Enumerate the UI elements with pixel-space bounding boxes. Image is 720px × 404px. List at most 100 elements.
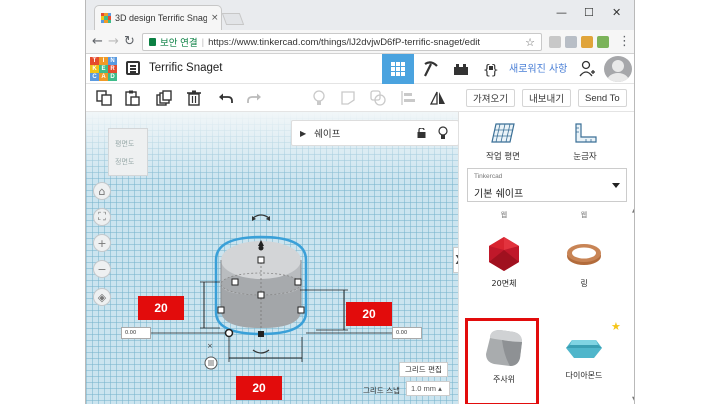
codeblocks-button[interactable] — [416, 54, 446, 84]
group-icon[interactable] — [370, 90, 386, 106]
grid-snap-select[interactable]: 1.0 mm ▴ — [406, 381, 450, 396]
shapes-panel: 작업 평면 눈금자 Tinkercad 기본 쉐이프 웹 웹 20면체 링 주사… — [458, 112, 634, 404]
shape-label: 다이아몬드 — [565, 371, 603, 380]
send-to-button[interactable]: Send To — [578, 89, 627, 107]
browser-tab[interactable]: 3D design Terrific Snage × — [94, 5, 222, 30]
note-icon[interactable] — [340, 90, 356, 106]
code-braces-icon: {} — [483, 63, 499, 78]
add-user-icon[interactable] — [578, 60, 596, 78]
bookmark-star-icon[interactable]: ☆ — [525, 36, 535, 49]
workplane-grid-icon — [491, 123, 515, 143]
brick-icon — [454, 64, 468, 75]
grid-snap-value: 1.0 mm — [411, 384, 437, 393]
address-row: ← → ↻ 보안 연결 | https://www.tinkercad.com/… — [86, 30, 634, 54]
minimize-button[interactable]: — — [556, 6, 567, 19]
edit-toolbar: 가져오기 내보내기 Send To — [86, 84, 634, 112]
3d-view-button[interactable] — [382, 54, 414, 84]
logo-letter: I — [99, 57, 108, 65]
bricks-button[interactable] — [446, 54, 476, 84]
expand-arrow-icon[interactable]: ▶ — [300, 129, 306, 138]
light-bulb-icon[interactable] — [311, 90, 327, 106]
code-button[interactable]: {} — [476, 54, 506, 84]
copy-icon[interactable] — [96, 90, 112, 106]
dice-icon — [486, 330, 522, 366]
reload-icon[interactable]: ↻ — [124, 34, 135, 49]
coord-left-input[interactable]: 0.00 — [121, 327, 151, 339]
secure-label: 보안 연결 — [160, 38, 198, 49]
ruler-icon — [575, 123, 597, 143]
logo-letter: K — [90, 65, 99, 73]
grid-snap-label: 그리드 스냅 — [363, 386, 400, 395]
shape-icosahedron[interactable]: 20면체 — [469, 234, 539, 289]
undo-icon[interactable] — [218, 90, 234, 106]
scroll-down-icon[interactable]: ▼ — [632, 396, 634, 402]
mirror-icon[interactable] — [430, 90, 446, 106]
grid-edit-button[interactable]: 그리드 편집 — [399, 362, 448, 377]
star-icon: ★ — [611, 320, 621, 333]
extension-icon[interactable] — [597, 36, 609, 48]
shape-label-cut: 웹 — [500, 211, 508, 219]
title-bar: 3D design Terrific Snage × — ☐ ✕ — [86, 0, 634, 30]
import-button[interactable]: 가져오기 — [466, 89, 515, 107]
redo-icon[interactable] — [246, 90, 262, 106]
design-name[interactable]: Terrific Snaget — [149, 62, 223, 74]
caret-up-icon: ▴ — [438, 384, 442, 393]
cylinder-object[interactable]: × — [86, 112, 458, 404]
delete-icon[interactable] — [186, 90, 202, 106]
shape-label: 20면체 — [491, 279, 517, 288]
height-dimension-label: 20 — [138, 296, 184, 320]
workplane-tool-label: 작업 평면 — [486, 152, 520, 162]
logo-letter: R — [108, 65, 117, 73]
avatar[interactable] — [604, 56, 632, 82]
grid-icon — [391, 62, 405, 76]
back-arrow-icon[interactable]: ← — [92, 34, 103, 49]
shape-label: 링 — [580, 279, 588, 288]
shape-ring[interactable]: 링 — [549, 234, 619, 289]
forward-arrow-icon[interactable]: → — [108, 34, 119, 49]
scroll-up-icon[interactable]: ▲ — [632, 208, 634, 214]
tinkercad-logo[interactable]: T I N K E R C A D — [90, 57, 117, 81]
chrome-menu-icon[interactable]: ⋮ — [618, 34, 631, 49]
library-brand: Tinkercad — [474, 173, 503, 180]
caret-down-icon — [612, 183, 620, 188]
ring-icon — [567, 244, 601, 265]
tinkercad-header: T I N K E R C A D Terrific Snaget {} 새로워… — [86, 54, 634, 84]
coord-right-input[interactable]: 0.00 — [392, 327, 422, 339]
url-separator: | — [201, 36, 205, 48]
align-icon[interactable] — [400, 90, 416, 106]
close-window-button[interactable]: ✕ — [612, 6, 621, 19]
export-button[interactable]: 내보내기 — [522, 89, 571, 107]
extension-icon[interactable] — [565, 36, 577, 48]
extension-icon[interactable] — [549, 36, 561, 48]
workplane[interactable]: 평면도 정면도 ⌂ ⛶ + − ◈ × 20 20 20 0.00 0.00 — [86, 112, 458, 404]
lock-open-icon[interactable] — [417, 128, 426, 138]
logo-letter: T — [90, 57, 99, 65]
duplicate-icon[interactable] — [156, 90, 172, 106]
logo-letter: D — [108, 73, 117, 81]
shape-label-cut: 웹 — [580, 211, 588, 219]
url-bar[interactable]: 보안 연결 | https://www.tinkercad.com/things… — [142, 33, 542, 51]
ruler-tool[interactable]: 눈금자 — [555, 122, 615, 162]
logo-letter: N — [108, 57, 117, 65]
new-features-link[interactable]: 새로워진 사항 — [509, 60, 567, 75]
shape-label: 주사위 — [492, 375, 516, 384]
light-bulb-icon[interactable] — [438, 126, 448, 140]
new-tab-button[interactable] — [221, 13, 245, 25]
extension-icon[interactable] — [581, 36, 593, 48]
design-menu-icon[interactable] — [126, 61, 140, 75]
logo-letter: C — [90, 73, 99, 81]
width-dimension-label: 20 — [236, 376, 282, 400]
diamond-icon — [566, 340, 602, 358]
shape-inspector[interactable]: ▶ 쉐이프 — [291, 120, 459, 146]
logo-letter: A — [99, 73, 108, 81]
shape-diamond[interactable]: 다이아몬드 — [549, 326, 619, 381]
workplane-tool[interactable]: 작업 평면 — [473, 122, 533, 162]
paste-icon[interactable] — [124, 90, 140, 106]
tab-close-icon[interactable]: × — [211, 13, 219, 23]
shape-dice[interactable]: 주사위 — [469, 326, 539, 385]
browser-window: 3D design Terrific Snage × — ☐ ✕ ← → ↻ 보… — [85, 0, 635, 404]
ruler-tool-label: 눈금자 — [573, 152, 597, 162]
maximize-button[interactable]: ☐ — [584, 6, 594, 19]
shape-library-select[interactable]: Tinkercad 기본 쉐이프 — [467, 168, 627, 202]
logo-letter: E — [99, 65, 108, 73]
